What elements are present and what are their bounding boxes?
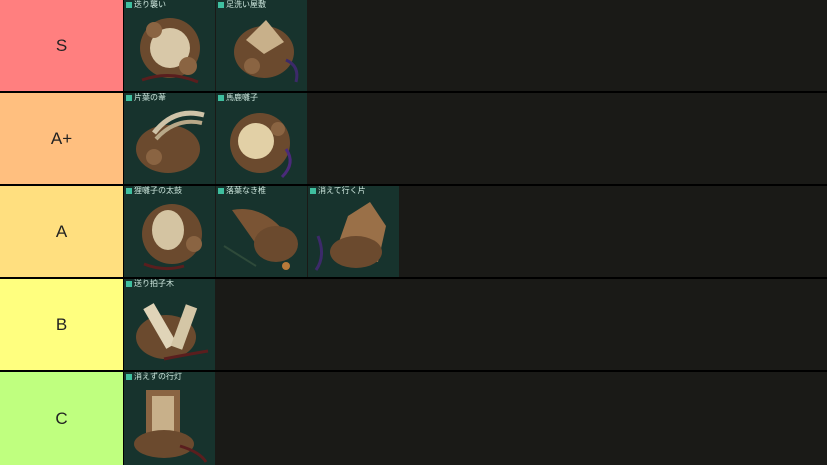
tier-items-a: 狸囃子の太鼓 落葉なき椎 消えて行く片 [124,186,827,277]
item-image-icon [142,204,202,271]
item-caption: 消えて行く片 [310,186,366,195]
tier-list: S 迭り襲い 足洗い屋敷 A+ 片葉の葦 馬鹿囃子 A 狸囃子の太鼓 落葉なき椎… [0,0,827,465]
item-caption: 迭り襲い [126,0,166,9]
item-caption: 送り拍子木 [126,279,174,288]
item-caption: 片葉の葦 [126,93,166,102]
item-caption: 足洗い屋敷 [218,0,266,9]
item-image-icon [140,18,200,84]
tier-items-c: 消えずの行灯 [124,372,827,465]
item-caption: 落葉なき椎 [218,186,266,195]
tier-item[interactable]: 落葉なき椎 [216,186,307,277]
tier-row-a-plus: A+ 片葉の葦 馬鹿囃子 [0,93,827,184]
item-caption: 狸囃子の太鼓 [126,186,182,195]
item-image-icon [223,209,298,270]
item-caption: 馬鹿囃子 [218,93,258,102]
item-caption: 消えずの行灯 [126,372,182,381]
tier-label-a[interactable]: A [0,186,124,277]
tier-row-b: B 送り拍子木 [0,279,827,370]
tier-row-a: A 狸囃子の太鼓 落葉なき椎 消えて行く片 [0,186,827,277]
tier-label-s[interactable]: S [0,0,124,91]
tier-item[interactable]: 消えて行く片 [308,186,399,277]
tier-items-b: 送り拍子木 [124,279,827,370]
tier-label-a-plus[interactable]: A+ [0,93,124,184]
tier-item[interactable]: 足洗い屋敷 [216,0,307,91]
tier-label-c[interactable]: C [0,372,124,465]
item-image-icon [136,303,209,361]
tier-item[interactable]: 消えずの行灯 [124,372,215,465]
item-image-icon [136,110,205,173]
item-image-icon [134,390,208,463]
tier-label-b[interactable]: B [0,279,124,370]
tier-row-s: S 迭り襲い 足洗い屋敷 [0,0,827,91]
tier-item[interactable]: 片葉の葦 [124,93,215,184]
item-image-icon [234,20,299,83]
tier-items-s: 迭り襲い 足洗い屋敷 [124,0,827,91]
tier-item[interactable]: 狸囃子の太鼓 [124,186,215,277]
tier-items-a-plus: 片葉の葦 馬鹿囃子 [124,93,827,184]
tier-row-c: C 消えずの行灯 [0,372,827,465]
tier-item[interactable]: 送り拍子木 [124,279,215,370]
tier-item[interactable]: 馬鹿囃子 [216,93,307,184]
item-image-icon [314,202,386,271]
tier-item[interactable]: 迭り襲い [124,0,215,91]
item-image-icon [230,113,292,179]
